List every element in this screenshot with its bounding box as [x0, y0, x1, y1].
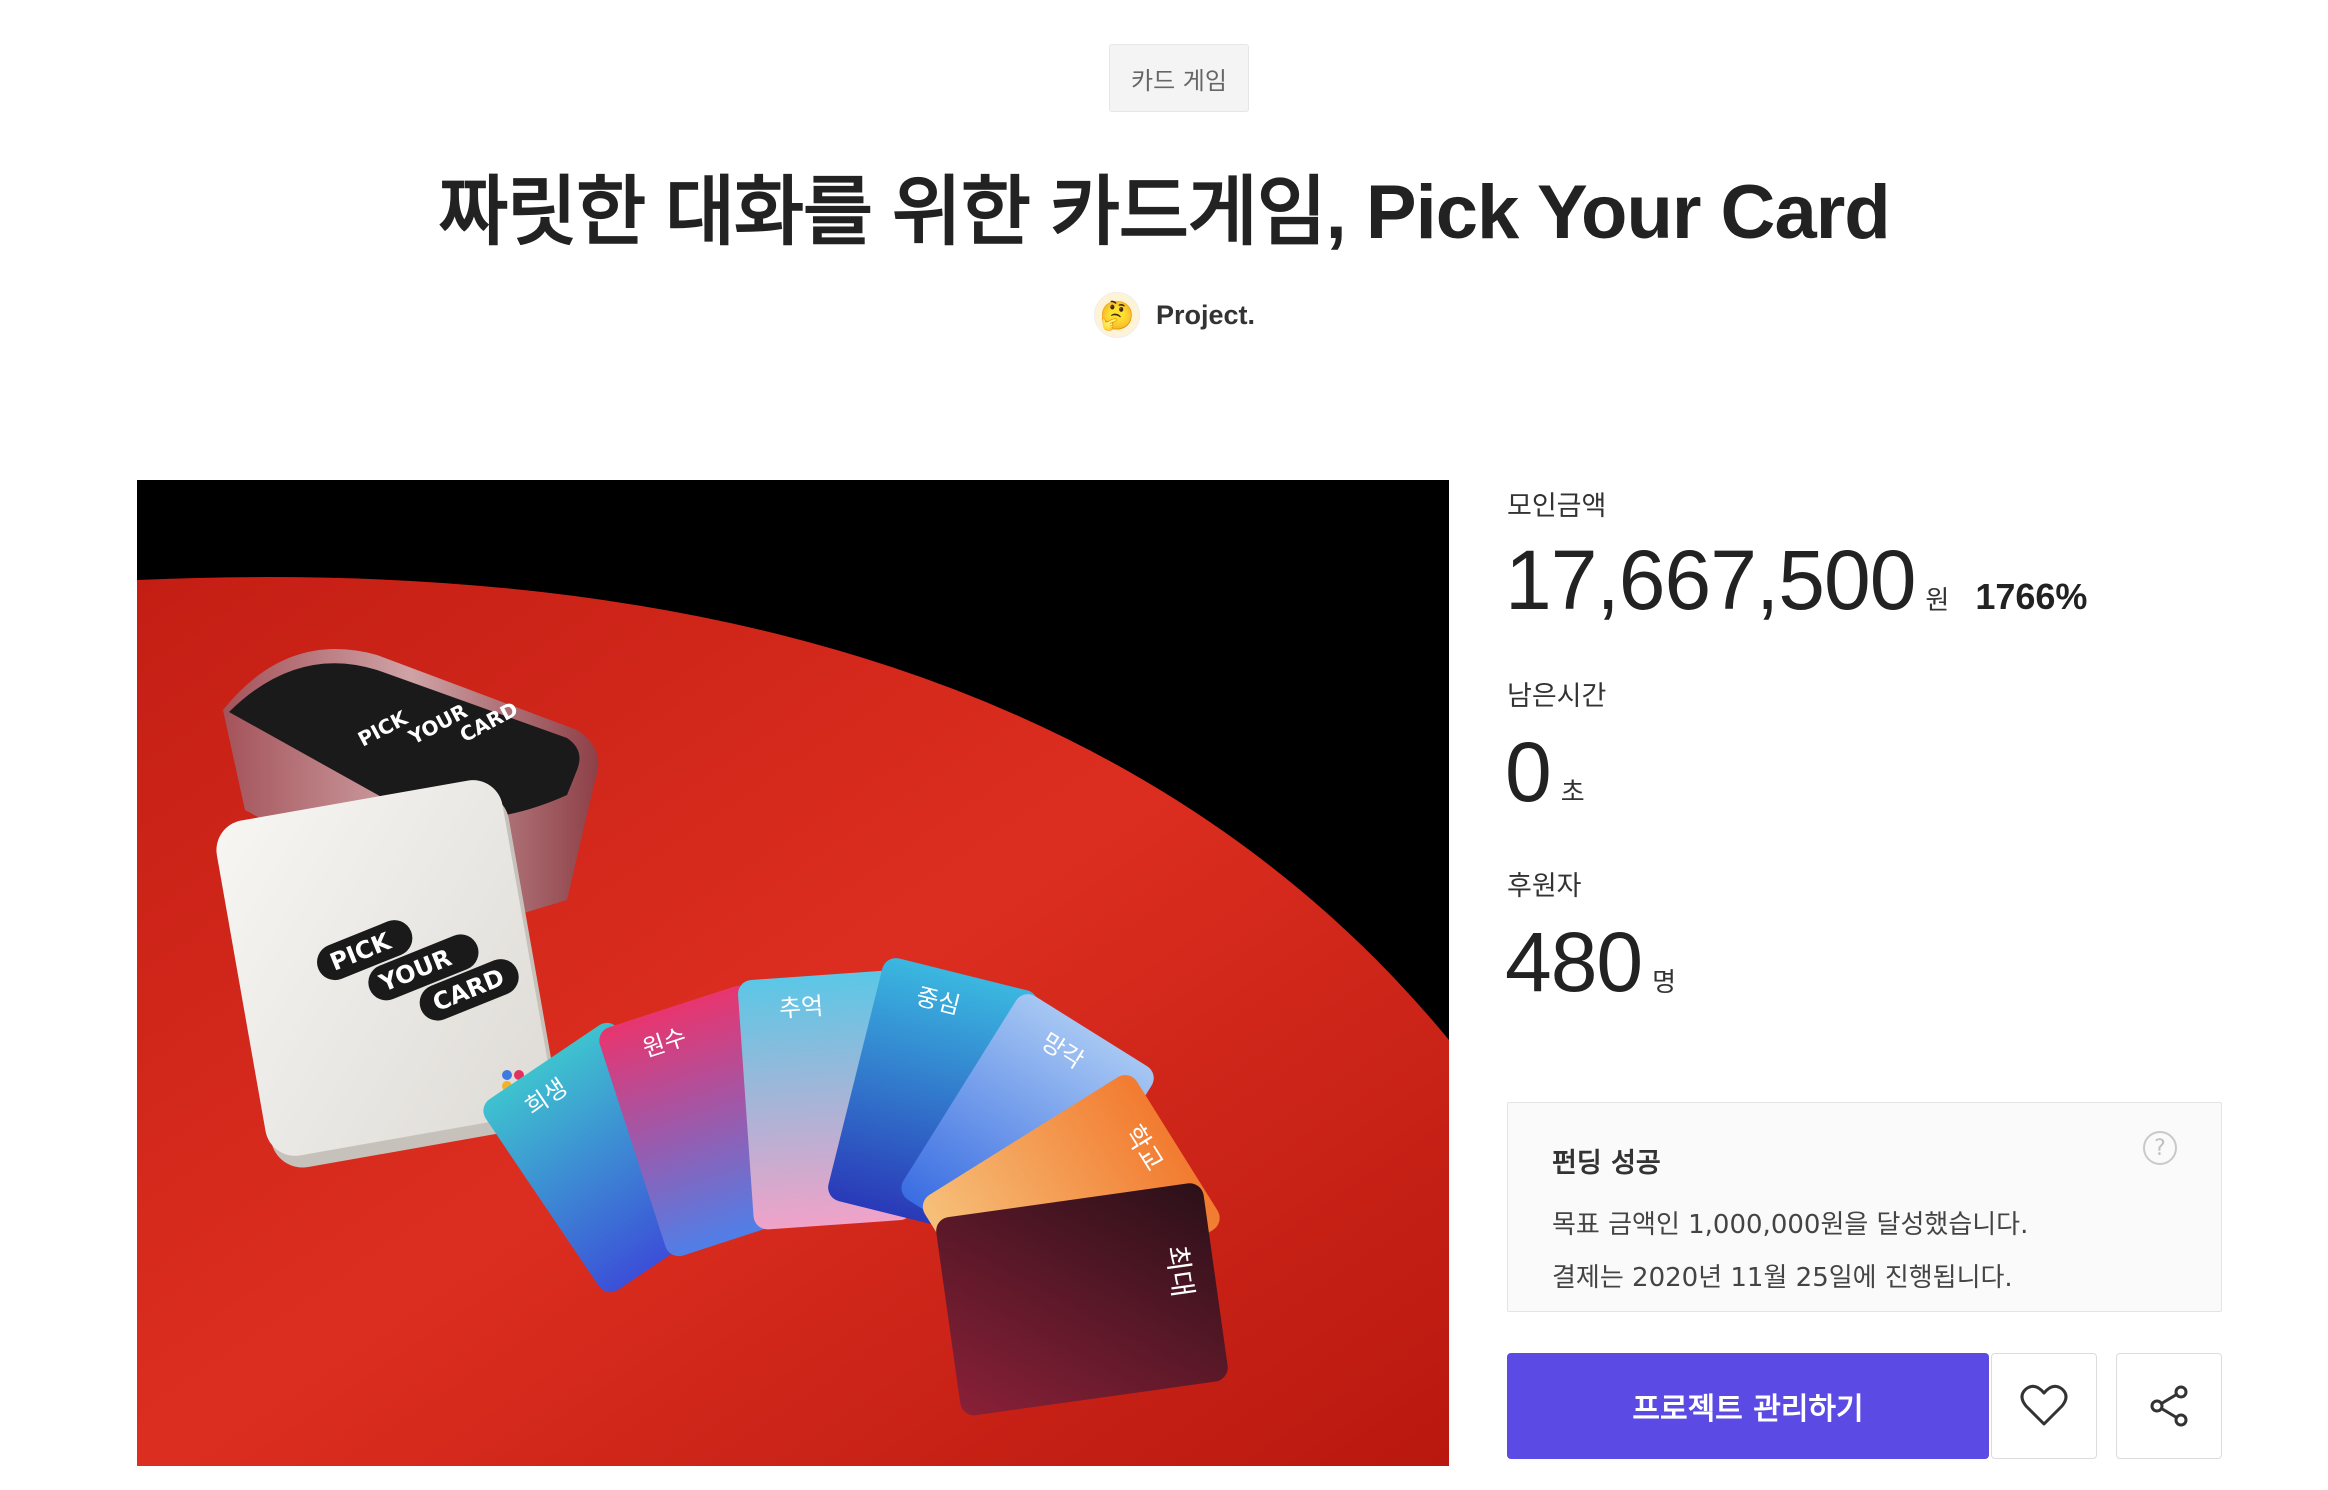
manage-project-button[interactable]: 프로젝트 관리하기: [1507, 1353, 1989, 1459]
category-tag[interactable]: 카드 게임: [1109, 44, 1249, 112]
time-left-value: 0: [1505, 725, 1552, 819]
amount-label: 모인금액: [1507, 491, 1607, 522]
backers-label: 후원자: [1507, 871, 1582, 902]
amount-percent: 1766%: [1975, 576, 2088, 617]
time-left-unit: 초: [1560, 778, 1585, 808]
creator-name: Project.: [1156, 299, 1256, 330]
creator-avatar: 🤔: [1094, 292, 1140, 338]
backers-value: 480: [1505, 915, 1643, 1009]
funding-status-title: 펀딩 성공: [1552, 1148, 1661, 1179]
help-icon[interactable]: ?: [2143, 1131, 2177, 1165]
project-hero-image: PICK YOUR CARD PICK YOUR CARD 희생 원수 추억 중…: [137, 480, 1449, 1466]
heart-icon: [2020, 1384, 2068, 1426]
like-button[interactable]: [1991, 1353, 2097, 1459]
funding-status-payment: 결제는 2020년 11월 25일에 진행됩니다.: [1552, 1263, 2013, 1293]
card-label: 추억: [778, 992, 824, 1023]
amount-unit: 원: [1925, 586, 1950, 616]
funding-status-goal: 목표 금액인 1,000,000원을 달성했습니다.: [1552, 1210, 2029, 1240]
time-left-label: 남은시간: [1507, 681, 1607, 712]
share-button[interactable]: [2116, 1353, 2222, 1459]
thinking-face-icon: 🤔: [1099, 298, 1135, 332]
project-title: 짜릿한 대화를 위한 카드게임, Pick Your Card: [438, 170, 1890, 255]
funding-status-box: 펀딩 성공 목표 금액인 1,000,000원을 달성했습니다. 결제는 202…: [1507, 1102, 2222, 1312]
amount-row: 17,667,500 원 1766%: [1505, 538, 2087, 622]
backers-unit: 명: [1652, 968, 1677, 998]
creator-link[interactable]: 🤔 Project.: [1094, 290, 1255, 340]
share-icon: [2150, 1385, 2188, 1427]
time-left-row: 0 초: [1505, 730, 1585, 814]
backers-row: 480 명: [1505, 920, 1676, 1004]
amount-value: 17,667,500: [1505, 533, 1916, 627]
